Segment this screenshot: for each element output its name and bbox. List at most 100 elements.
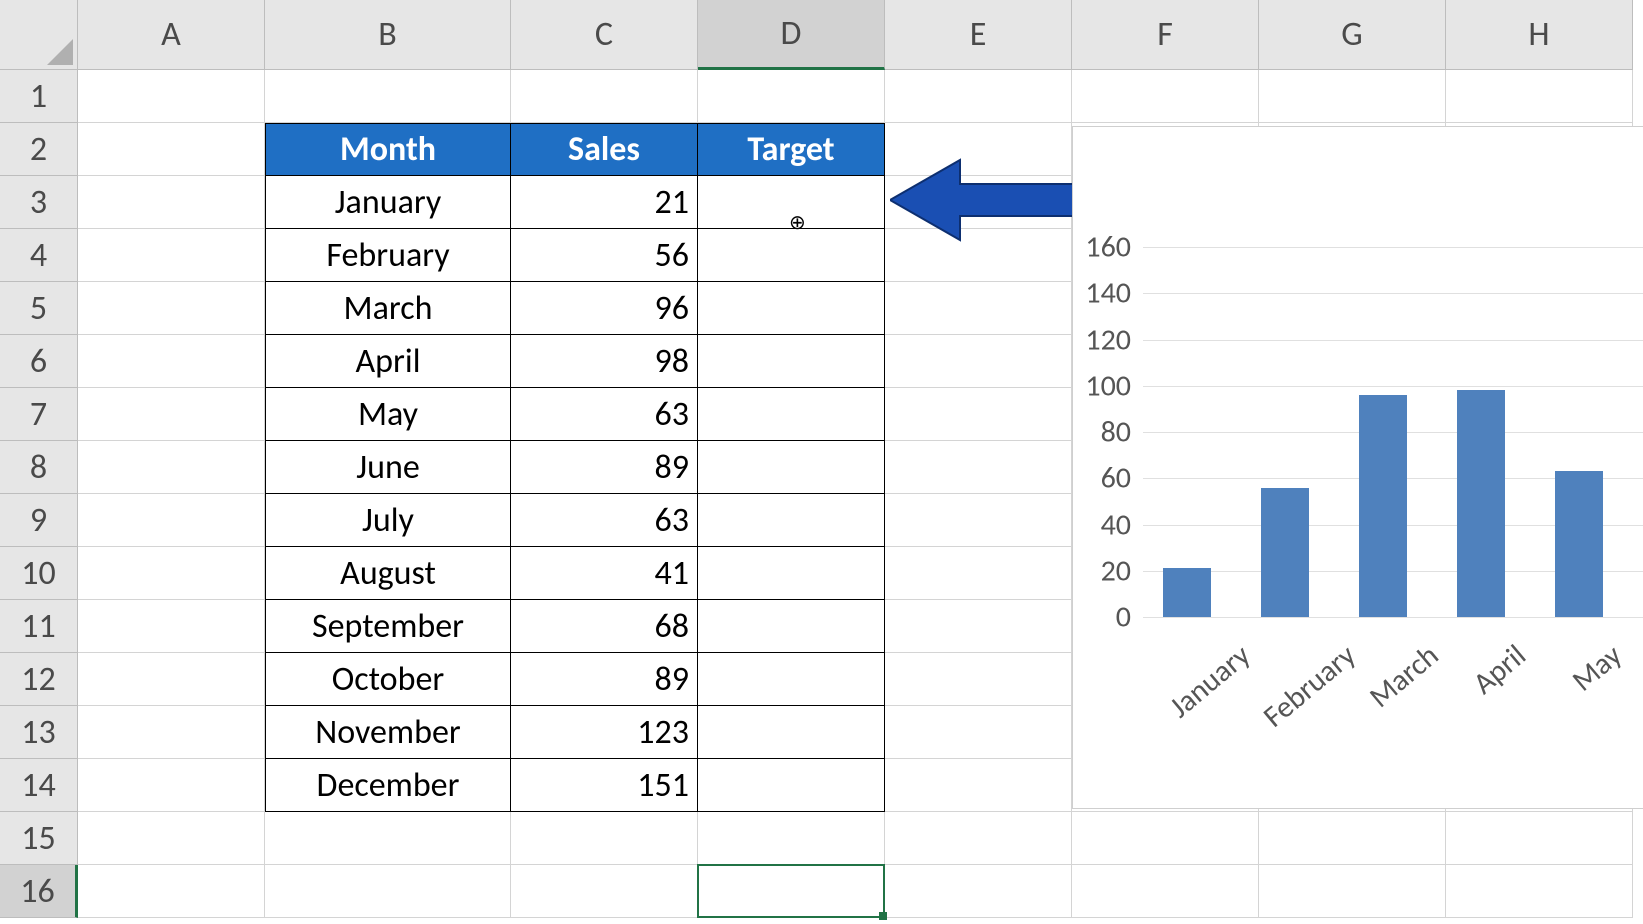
cell-B13[interactable]: November xyxy=(265,706,511,759)
cell-C11[interactable]: 68 xyxy=(511,600,698,653)
cell-E9[interactable] xyxy=(885,494,1072,547)
cell-B9[interactable]: July xyxy=(265,494,511,547)
cell-D9[interactable] xyxy=(698,494,885,547)
column-header-D[interactable]: D xyxy=(698,0,885,70)
cell-D15[interactable] xyxy=(698,812,885,865)
cell-B14[interactable]: December xyxy=(265,759,511,812)
cell-E11[interactable] xyxy=(885,600,1072,653)
column-header-E[interactable]: E xyxy=(885,0,1072,70)
embedded-chart[interactable]: 020406080100120140160JanuaryFebruaryMarc… xyxy=(1072,126,1643,809)
cell-B3[interactable]: January xyxy=(265,176,511,229)
cell-E8[interactable] xyxy=(885,441,1072,494)
row-header-14[interactable]: 14 xyxy=(0,759,78,812)
cell-B12[interactable]: October xyxy=(265,653,511,706)
cell-H16[interactable] xyxy=(1446,865,1633,918)
cell-E10[interactable] xyxy=(885,547,1072,600)
cell-B1[interactable] xyxy=(265,70,511,123)
cell-C8[interactable]: 89 xyxy=(511,441,698,494)
cell-D5[interactable] xyxy=(698,282,885,335)
chart-bar[interactable] xyxy=(1163,568,1211,617)
cell-D10[interactable] xyxy=(698,547,885,600)
cell-H1[interactable] xyxy=(1446,70,1633,123)
cell-A13[interactable] xyxy=(78,706,265,759)
cell-C1[interactable] xyxy=(511,70,698,123)
cell-G16[interactable] xyxy=(1259,865,1446,918)
cell-C15[interactable] xyxy=(511,812,698,865)
cell-A5[interactable] xyxy=(78,282,265,335)
cell-D14[interactable] xyxy=(698,759,885,812)
cell-E16[interactable] xyxy=(885,865,1072,918)
cell-F15[interactable] xyxy=(1072,812,1259,865)
cell-F16[interactable] xyxy=(1072,865,1259,918)
select-all-corner[interactable] xyxy=(0,0,78,70)
cell-C2[interactable]: Sales xyxy=(511,123,698,176)
cell-C3[interactable]: 21 xyxy=(511,176,698,229)
cell-A9[interactable] xyxy=(78,494,265,547)
cell-A2[interactable] xyxy=(78,123,265,176)
cell-E1[interactable] xyxy=(885,70,1072,123)
column-header-B[interactable]: B xyxy=(265,0,511,70)
cell-E14[interactable] xyxy=(885,759,1072,812)
cell-A6[interactable] xyxy=(78,335,265,388)
cell-C5[interactable]: 96 xyxy=(511,282,698,335)
cell-D1[interactable] xyxy=(698,70,885,123)
cell-C12[interactable]: 89 xyxy=(511,653,698,706)
cell-A3[interactable] xyxy=(78,176,265,229)
cell-E7[interactable] xyxy=(885,388,1072,441)
cell-D2[interactable]: Target xyxy=(698,123,885,176)
row-header-4[interactable]: 4 xyxy=(0,229,78,282)
cell-A16[interactable] xyxy=(78,865,265,918)
cell-B11[interactable]: September xyxy=(265,600,511,653)
cell-D7[interactable] xyxy=(698,388,885,441)
cell-B16[interactable] xyxy=(265,865,511,918)
cell-E12[interactable] xyxy=(885,653,1072,706)
cell-H15[interactable] xyxy=(1446,812,1633,865)
row-header-8[interactable]: 8 xyxy=(0,441,78,494)
cell-A1[interactable] xyxy=(78,70,265,123)
cell-D11[interactable] xyxy=(698,600,885,653)
column-header-A[interactable]: A xyxy=(78,0,265,70)
cell-E4[interactable] xyxy=(885,229,1072,282)
cell-D12[interactable] xyxy=(698,653,885,706)
row-header-11[interactable]: 11 xyxy=(0,600,78,653)
row-header-7[interactable]: 7 xyxy=(0,388,78,441)
chart-bar[interactable] xyxy=(1359,395,1407,617)
row-header-5[interactable]: 5 xyxy=(0,282,78,335)
column-header-G[interactable]: G xyxy=(1259,0,1446,70)
cell-A7[interactable] xyxy=(78,388,265,441)
cell-A4[interactable] xyxy=(78,229,265,282)
cell-D6[interactable] xyxy=(698,335,885,388)
cell-C7[interactable]: 63 xyxy=(511,388,698,441)
row-header-9[interactable]: 9 xyxy=(0,494,78,547)
cell-C13[interactable]: 123 xyxy=(511,706,698,759)
cell-E3[interactable] xyxy=(885,176,1072,229)
row-header-2[interactable]: 2 xyxy=(0,123,78,176)
cell-E15[interactable] xyxy=(885,812,1072,865)
chart-bar[interactable] xyxy=(1261,488,1309,618)
cell-B2[interactable]: Month xyxy=(265,123,511,176)
cell-A8[interactable] xyxy=(78,441,265,494)
cell-D3[interactable] xyxy=(698,176,885,229)
cell-G15[interactable] xyxy=(1259,812,1446,865)
cell-B5[interactable]: March xyxy=(265,282,511,335)
chart-bar[interactable] xyxy=(1555,471,1603,617)
cell-B8[interactable]: June xyxy=(265,441,511,494)
cell-C6[interactable]: 98 xyxy=(511,335,698,388)
column-header-F[interactable]: F xyxy=(1072,0,1259,70)
column-header-C[interactable]: C xyxy=(511,0,698,70)
cell-C9[interactable]: 63 xyxy=(511,494,698,547)
row-header-16[interactable]: 16 xyxy=(0,865,78,918)
cell-C10[interactable]: 41 xyxy=(511,547,698,600)
row-header-6[interactable]: 6 xyxy=(0,335,78,388)
cell-B6[interactable]: April xyxy=(265,335,511,388)
cell-B4[interactable]: February xyxy=(265,229,511,282)
cell-E13[interactable] xyxy=(885,706,1072,759)
row-header-10[interactable]: 10 xyxy=(0,547,78,600)
cell-C14[interactable]: 151 xyxy=(511,759,698,812)
cell-A15[interactable] xyxy=(78,812,265,865)
cell-F1[interactable] xyxy=(1072,70,1259,123)
cell-C16[interactable] xyxy=(511,865,698,918)
cell-A11[interactable] xyxy=(78,600,265,653)
cell-D8[interactable] xyxy=(698,441,885,494)
cell-E6[interactable] xyxy=(885,335,1072,388)
